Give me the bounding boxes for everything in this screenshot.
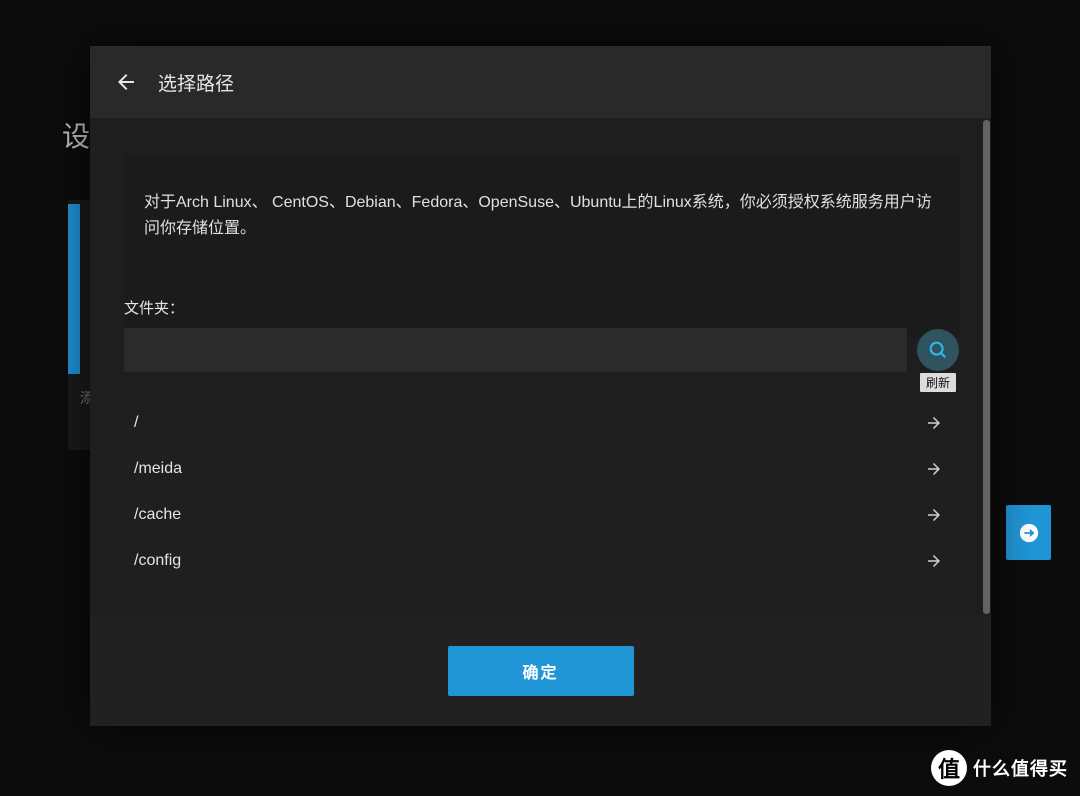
directory-item-label: /meida bbox=[134, 460, 182, 478]
back-button[interactable] bbox=[112, 68, 140, 96]
directory-item-meida[interactable]: /meida bbox=[124, 446, 959, 492]
directory-list: / /meida /cache /config bbox=[124, 400, 959, 584]
watermark: 值 什么值得买 bbox=[931, 750, 1068, 786]
directory-item-label: /cache bbox=[134, 506, 181, 524]
directory-item-cache[interactable]: /cache bbox=[124, 492, 959, 538]
refresh-tooltip: 刷新 bbox=[920, 373, 956, 392]
select-path-modal: 选择路径 对于Arch Linux、 CentOS、Debian、Fedora、… bbox=[90, 46, 991, 726]
folder-field-label: 文件夹： bbox=[124, 297, 959, 318]
modal-body: 对于Arch Linux、 CentOS、Debian、Fedora、OpenS… bbox=[90, 118, 991, 616]
folder-input[interactable] bbox=[124, 328, 907, 372]
arrow-right-icon bbox=[925, 552, 943, 570]
directory-item-root[interactable]: / bbox=[124, 400, 959, 446]
directory-item-config[interactable]: /config bbox=[124, 538, 959, 584]
arrow-left-icon bbox=[114, 70, 138, 94]
folder-input-row: 刷新 bbox=[124, 328, 959, 372]
watermark-text: 什么值得买 bbox=[973, 755, 1068, 781]
background-next-button[interactable] bbox=[1006, 505, 1051, 560]
background-sidebar-active-strip bbox=[68, 204, 80, 374]
arrow-right-icon bbox=[925, 460, 943, 478]
modal-scroll-area[interactable]: 对于Arch Linux、 CentOS、Debian、Fedora、OpenS… bbox=[90, 118, 981, 616]
modal-scrollbar-thumb[interactable] bbox=[983, 120, 990, 614]
background-page-title: 设 bbox=[62, 115, 90, 155]
arrow-right-icon bbox=[925, 506, 943, 524]
modal-header: 选择路径 bbox=[90, 46, 991, 118]
ok-button[interactable]: 确定 bbox=[448, 646, 634, 696]
watermark-badge: 值 bbox=[931, 750, 967, 786]
refresh-button-wrapper: 刷新 bbox=[917, 329, 959, 371]
modal-title: 选择路径 bbox=[158, 69, 234, 96]
search-icon bbox=[927, 339, 949, 361]
modal-footer: 确定 bbox=[90, 616, 991, 726]
directory-item-label: / bbox=[134, 414, 138, 432]
refresh-button[interactable] bbox=[917, 329, 959, 371]
network-share-label: 共享的网络文件夹： bbox=[124, 614, 959, 616]
arrow-right-circle-icon bbox=[1018, 522, 1040, 544]
directory-item-label: /config bbox=[134, 552, 181, 570]
arrow-right-icon bbox=[925, 414, 943, 432]
info-text: 对于Arch Linux、 CentOS、Debian、Fedora、OpenS… bbox=[144, 190, 939, 243]
